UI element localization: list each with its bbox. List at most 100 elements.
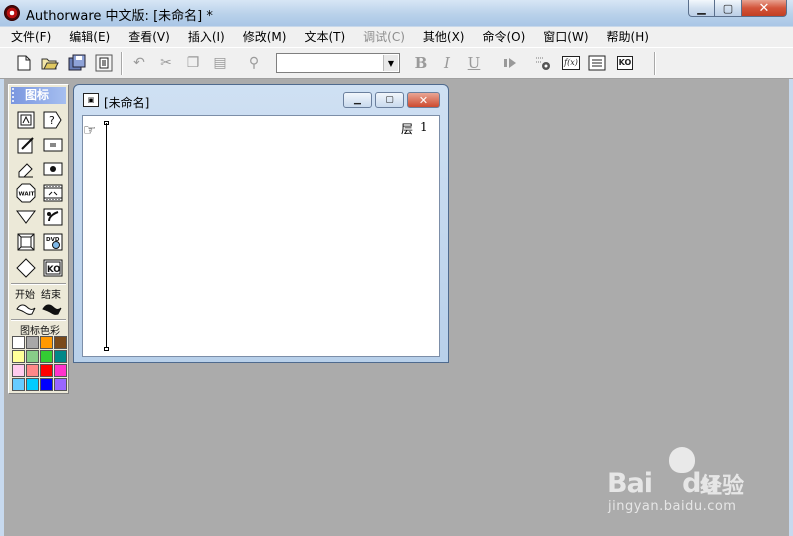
color-swatch[interactable] [26, 350, 39, 363]
watermark-url: jingyan.baidu.com [608, 499, 737, 514]
end-flag-icon[interactable] [42, 299, 62, 319]
italic-button[interactable]: I [437, 53, 457, 73]
flowline-minimize-button[interactable]: ▁ [343, 92, 372, 108]
color-swatch[interactable] [26, 364, 39, 377]
close-button[interactable]: ✕ [742, 0, 787, 17]
menu-edit[interactable]: 编辑(E) [58, 27, 117, 48]
menu-view[interactable]: 查看(V) [117, 27, 177, 48]
icon-colors-label: 图标色彩 [20, 326, 60, 337]
framework-icon[interactable] [43, 159, 63, 179]
color-swatch[interactable] [26, 336, 39, 349]
color-swatch[interactable] [12, 378, 25, 391]
variables-icon[interactable] [587, 53, 607, 73]
layer-value: 1 [420, 120, 428, 134]
menu-help[interactable]: 帮助(H) [596, 27, 656, 48]
flowline-canvas[interactable]: ☞ 层 1 [82, 115, 440, 357]
palette-divider [11, 283, 66, 285]
window-title: Authorware 中文版: [未命名] * [26, 9, 213, 24]
knowledge-object-icon[interactable]: KO [43, 258, 63, 278]
color-swatch[interactable] [40, 350, 53, 363]
palette-grip-icon[interactable] [12, 88, 20, 102]
bold-button[interactable]: B [411, 53, 431, 73]
menu-file[interactable]: 文件(F) [0, 27, 58, 48]
color-swatch[interactable] [26, 378, 39, 391]
window-controls: ▁ ▢ ✕ [688, 0, 787, 18]
run-icon[interactable] [500, 53, 520, 73]
flowline-close-button[interactable]: ✕ [407, 92, 440, 108]
maximize-icon: ▢ [385, 95, 394, 105]
menu-modify[interactable]: 修改(M) [232, 27, 294, 48]
watermark-cn: 经验 [700, 474, 745, 499]
interaction-icon[interactable] [16, 232, 36, 252]
dvd-icon[interactable]: DVD [43, 232, 63, 252]
functions-button[interactable]: f(x) [560, 53, 582, 73]
wait-label: WAIT [19, 192, 35, 198]
color-swatch[interactable] [40, 364, 53, 377]
icon-color-grid [12, 336, 68, 391]
wait-icon-small[interactable] [43, 135, 63, 155]
font-selector[interactable]: ▼ [276, 53, 400, 73]
menu-xtras[interactable]: 其他(X) [412, 27, 472, 48]
wait-icon[interactable]: WAIT [16, 183, 36, 203]
flowline-window: ▣ [未命名] ▁ ▢ ✕ ☞ 层 1 [73, 84, 449, 363]
import-icon[interactable] [94, 53, 114, 73]
palette-divider [11, 319, 66, 321]
icon-palette: 图标 ? WAIT DVD KO 开始 结束 图标色彩 [8, 84, 69, 394]
find-icon[interactable]: ⚲ [244, 53, 264, 73]
menu-commands[interactable]: 命令(O) [471, 27, 532, 48]
flowline-end-marker [104, 347, 109, 351]
paste-icon[interactable]: ▤ [210, 53, 230, 73]
menu-debug[interactable]: 调试(C) [352, 27, 412, 48]
digital-movie-icon[interactable] [43, 207, 63, 227]
undo-icon[interactable]: ↶ [129, 53, 149, 73]
save-all-icon[interactable] [67, 53, 87, 73]
menu-window[interactable]: 窗口(W) [532, 27, 595, 48]
color-swatch[interactable] [40, 336, 53, 349]
color-swatch[interactable] [54, 350, 67, 363]
map-icon[interactable] [43, 183, 63, 203]
start-flag-icon[interactable] [16, 299, 36, 319]
control-panel-icon[interactable] [533, 53, 553, 73]
flowline-maximize-button[interactable]: ▢ [375, 92, 404, 108]
maximize-button[interactable]: ▢ [715, 0, 742, 17]
title-bar: Authorware 中文版: [未命名] * ▁ ▢ ✕ [0, 0, 793, 26]
paste-hand-icon[interactable]: ☞ [83, 121, 96, 139]
minimize-icon: ▁ [697, 1, 706, 15]
chevron-down-icon[interactable]: ▼ [383, 55, 398, 71]
color-swatch[interactable] [54, 364, 67, 377]
color-swatch[interactable] [54, 378, 67, 391]
cut-icon[interactable]: ✂ [156, 53, 176, 73]
copy-icon[interactable]: ❐ [183, 53, 203, 73]
flowline-window-title: [未命名] [104, 96, 150, 110]
flowline[interactable] [106, 123, 107, 351]
ko-label: KO [47, 265, 60, 275]
erase-icon[interactable] [16, 135, 36, 155]
menu-text[interactable]: 文本(T) [293, 27, 352, 48]
decision-icon[interactable] [16, 207, 36, 227]
knowledge-objects-button[interactable]: KO [614, 53, 636, 73]
functions-label: f(x) [562, 56, 580, 70]
authorware-logo-icon[interactable] [4, 5, 20, 21]
color-swatch[interactable] [54, 336, 67, 349]
flowline-window-controls: ▁ ▢ ✕ [343, 92, 440, 108]
watermark-brand: Bai [607, 468, 653, 499]
color-swatch[interactable] [40, 378, 53, 391]
menu-bar: 文件(F) 编辑(E) 查看(V) 插入(I) 修改(M) 文本(T) 调试(C… [0, 26, 793, 48]
motion-icon[interactable]: ? [43, 110, 63, 130]
open-folder-icon[interactable] [40, 53, 60, 73]
new-file-icon[interactable] [14, 53, 34, 73]
color-swatch[interactable] [12, 336, 25, 349]
color-swatch[interactable] [12, 350, 25, 363]
close-icon: ✕ [758, 0, 770, 16]
minimize-button[interactable]: ▁ [688, 0, 715, 17]
close-icon: ✕ [418, 93, 429, 107]
underline-button[interactable]: U [464, 53, 484, 73]
layer-label: 层 [401, 122, 414, 136]
calculation-icon[interactable] [16, 258, 36, 278]
knowledge-objects-label: KO [616, 56, 634, 70]
display-icon[interactable] [16, 110, 36, 130]
toolbar: ↶ ✂ ❐ ▤ ⚲ ▼ B I U f(x) KO [0, 47, 793, 79]
menu-insert[interactable]: 插入(I) [177, 27, 232, 48]
color-swatch[interactable] [12, 364, 25, 377]
navigate-icon[interactable] [16, 159, 36, 179]
